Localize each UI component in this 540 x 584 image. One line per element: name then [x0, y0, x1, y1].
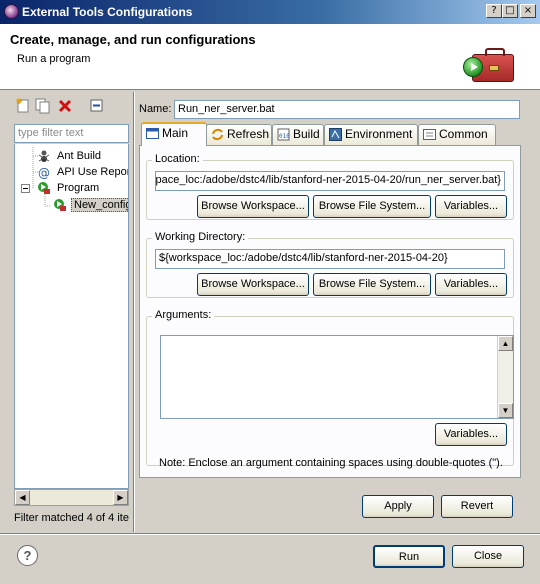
arguments-group: Arguments: ▲ ▼ Variables... Note: Enclos… — [146, 309, 514, 469]
workdir-browse-file-system-button[interactable]: Browse File System... — [313, 273, 431, 296]
footer-separator — [0, 533, 540, 535]
arguments-note: Note: Enclose an argument containing spa… — [159, 457, 503, 469]
tab-build[interactable]: 010 Build — [272, 124, 324, 145]
location-variables-button[interactable]: Variables... — [435, 195, 507, 218]
tree-item-label: API Use Report — [57, 166, 129, 178]
arguments-vertical-scrollbar[interactable]: ▲ ▼ — [497, 336, 513, 418]
dialog-header: Create, manage, and run configurations R… — [0, 24, 540, 90]
scroll-up-icon[interactable]: ▲ — [498, 336, 513, 351]
tab-label: Build — [293, 127, 320, 141]
main-tab-panel: Location: ${workspace_loc:/adobe/dstc4/l… — [139, 145, 521, 478]
header-subtitle: Run a program — [17, 53, 91, 65]
panel-splitter[interactable] — [133, 92, 135, 532]
tree-item-api-use-report[interactable]: @ API Use Report — [37, 164, 129, 180]
location-browse-file-system-button[interactable]: Browse File System... — [313, 195, 431, 218]
run-icon — [463, 57, 483, 77]
location-browse-workspace-button[interactable]: Browse Workspace... — [197, 195, 309, 218]
tab-refresh[interactable]: Refresh — [206, 124, 272, 145]
title-bar[interactable]: External Tools Configurations ? □ × — [0, 0, 540, 24]
close-window-button[interactable]: × — [520, 4, 536, 18]
tab-label: Environment — [345, 127, 413, 141]
tab-common[interactable]: Common — [418, 124, 496, 145]
scroll-right-icon[interactable]: ▶ — [113, 490, 128, 505]
name-label: Name: — [139, 103, 172, 115]
eclipse-icon — [4, 4, 19, 19]
duplicate-icon[interactable] — [35, 98, 51, 114]
new-configuration-icon[interactable] — [15, 98, 31, 114]
arguments-textarea[interactable]: ▲ ▼ — [160, 335, 514, 419]
tree-item-new-configuration[interactable]: New_configuration — [53, 197, 128, 213]
scroll-left-icon[interactable]: ◀ — [15, 490, 30, 505]
collapse-all-icon[interactable] — [89, 98, 105, 114]
arguments-variables-button[interactable]: Variables... — [435, 423, 507, 446]
tree-item-ant-build[interactable]: Ant Build — [37, 148, 101, 164]
tree-item-label: New_configuration — [71, 198, 128, 212]
filter-status: Filter matched 4 of 4 items — [14, 512, 129, 524]
svg-text:010: 010 — [279, 133, 290, 140]
tree-item-label: Program — [57, 182, 100, 194]
svg-text:@: @ — [38, 166, 50, 179]
configuration-tree[interactable]: Ant Build @ API Use Report Program New_c… — [14, 144, 129, 489]
name-field[interactable]: Run_ner_server.bat — [174, 100, 520, 119]
arguments-label: Arguments: — [152, 309, 215, 321]
toolbox-latch — [489, 65, 499, 71]
location-field[interactable]: ${workspace_loc:/adobe/dstc4/lib/stanfor… — [155, 171, 505, 191]
location-group: Location: ${workspace_loc:/adobe/dstc4/l… — [146, 153, 514, 220]
scroll-down-icon[interactable]: ▼ — [498, 403, 513, 418]
tab-main[interactable]: Main — [141, 122, 207, 146]
collapse-toggle-icon — [21, 184, 30, 193]
tab-label: Refresh — [227, 127, 270, 141]
filter-input[interactable]: type filter text — [14, 124, 129, 143]
workdir-browse-workspace-button[interactable]: Browse Workspace... — [197, 273, 309, 296]
help-caption-button[interactable]: ? — [486, 4, 502, 18]
working-directory-field[interactable]: ${workspace_loc:/adobe/dstc4/lib/stanfor… — [155, 249, 505, 269]
revert-button[interactable]: Revert — [441, 495, 513, 518]
tree-item-label: Ant Build — [57, 150, 102, 162]
working-directory-label: Working Directory: — [152, 231, 249, 243]
working-directory-group: Working Directory: ${workspace_loc:/adob… — [146, 231, 514, 298]
window-title: External Tools Configurations — [22, 5, 193, 19]
delete-icon[interactable] — [57, 98, 73, 114]
location-label: Location: — [152, 153, 203, 165]
run-button[interactable]: Run — [373, 545, 445, 568]
header-title: Create, manage, and run configurations — [10, 32, 256, 47]
tab-label: Main — [162, 126, 189, 140]
maximize-button[interactable]: □ — [502, 4, 518, 18]
close-button[interactable]: Close — [452, 545, 524, 568]
tree-item-program[interactable]: Program — [21, 180, 99, 196]
help-icon[interactable]: ? — [17, 545, 38, 566]
tab-environment[interactable]: Environment — [324, 124, 418, 145]
apply-button[interactable]: Apply — [362, 495, 434, 518]
workdir-variables-button[interactable]: Variables... — [435, 273, 507, 296]
tree-horizontal-scrollbar[interactable]: ◀ ▶ — [14, 489, 129, 506]
tab-label: Common — [439, 127, 488, 141]
